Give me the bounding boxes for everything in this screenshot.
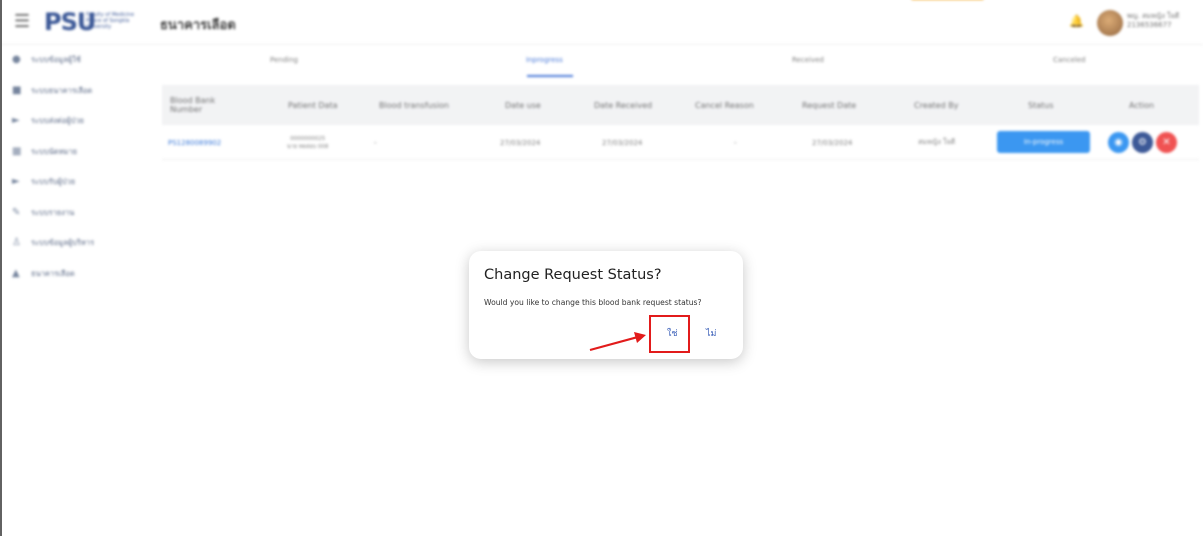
cancel-button[interactable]: ไม่ [706,326,716,340]
dialog-message: Would you like to change this blood bank… [484,298,702,307]
dialog-title: Change Request Status? [484,267,662,283]
annotation-arrow-icon [589,332,646,352]
highlight-box [649,315,690,353]
